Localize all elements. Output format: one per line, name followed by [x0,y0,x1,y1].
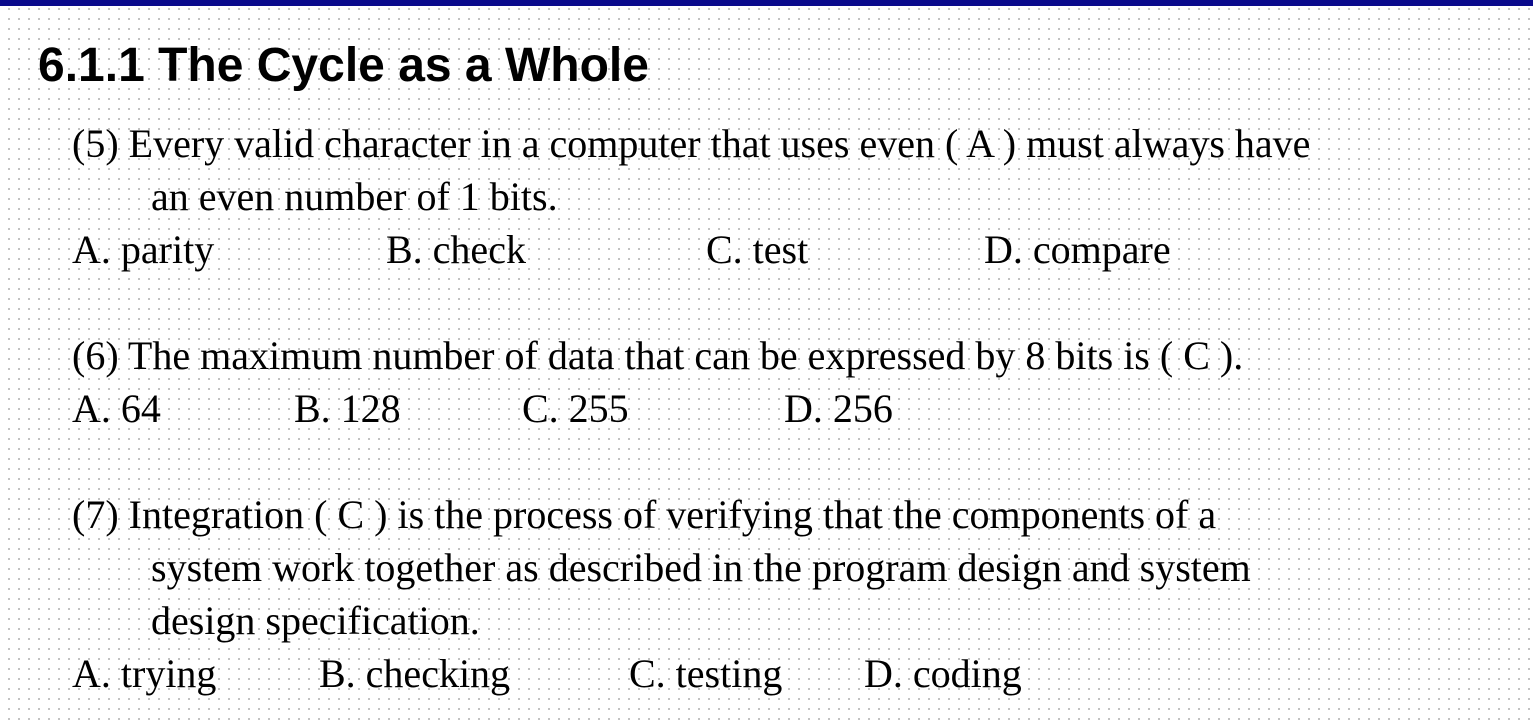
question-5-option-a: A. parity [72,227,215,272]
question-7-option-a: A. trying [72,651,217,696]
question-5-option-c: C. test [706,227,809,272]
question-6-option-d: D. 256 [784,386,893,431]
slide-top-bar [0,0,1533,6]
question-7-stem-line-2: system work together as described in the… [151,545,1251,590]
question-6-option-a: A. 64 [72,386,161,431]
question-7-option-d: D. coding [864,651,1022,696]
question-5-stem-line-1: (5) Every valid character in a computer … [72,121,1311,166]
question-6-option-c: C. 255 [522,386,629,431]
question-7-stem-line-3: design specification. [151,598,480,643]
slide-title: 6.1.1 The Cycle as a Whole [38,39,649,92]
question-5-option-b: B. check [386,227,526,272]
question-6-option-b: B. 128 [294,386,401,431]
question-7-stem-line-1: (7) Integration ( C ) is the process of … [72,492,1217,537]
question-5-stem-line-2: an even number of 1 bits. [151,174,558,219]
question-7-option-b: B. checking [319,651,511,696]
question-7-option-c: C. testing [629,651,783,696]
question-5-option-d: D. compare [984,227,1171,272]
question-6-stem-line-1: (6) The maximum number of data that can … [72,333,1244,378]
